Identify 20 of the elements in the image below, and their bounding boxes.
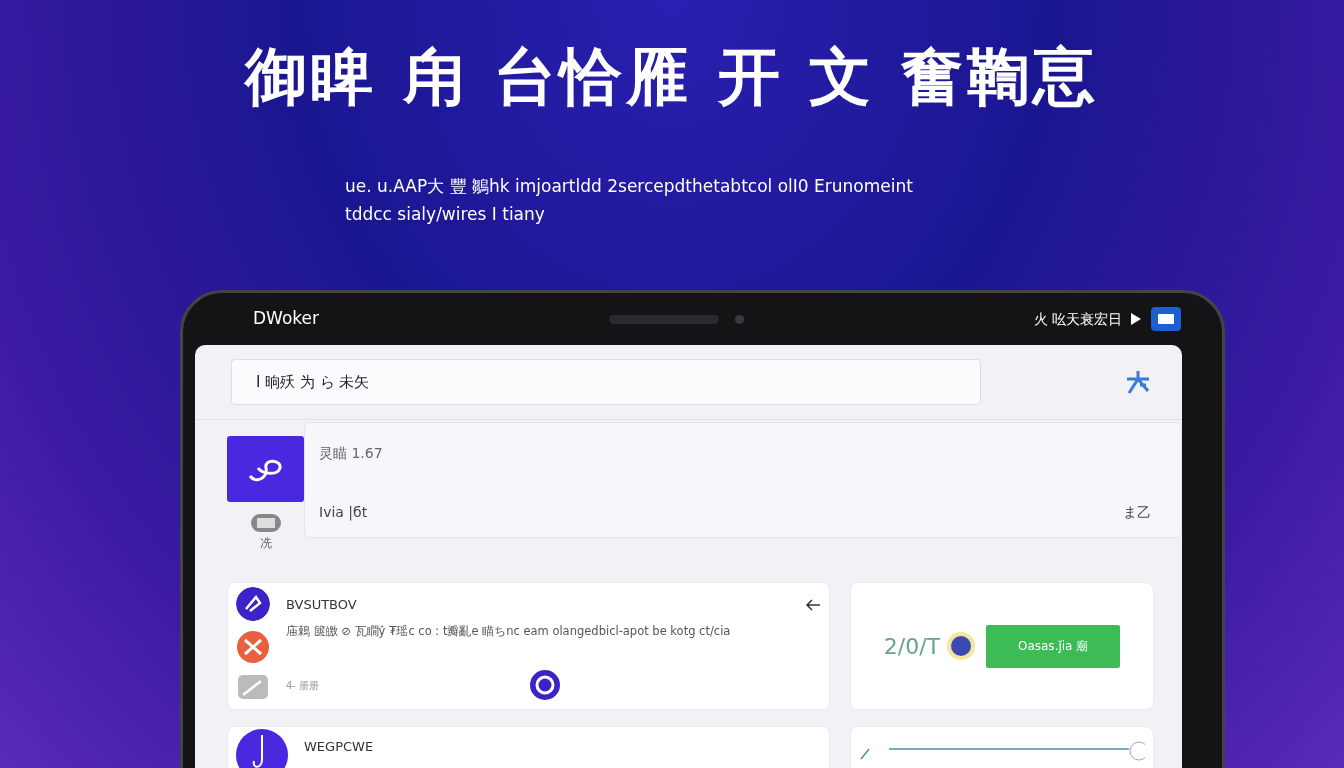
avatar-caption: 冼 xyxy=(259,535,272,552)
headline: 御睥 甪 台恰雁 开 文 奮鞫恴 xyxy=(243,39,1100,108)
back-arrow-icon[interactable] xyxy=(805,598,821,611)
profile-value: ま乙 xyxy=(1123,503,1151,522)
camera-dot xyxy=(735,314,744,324)
status-text: 火 吆天衰宏日 xyxy=(1033,309,1122,329)
search-icon[interactable] xyxy=(1124,369,1152,395)
profile-title: 灵瞄 1.67 xyxy=(319,444,384,463)
profile-subtitle: Ivia |бt xyxy=(319,503,368,523)
card-body-text: 庙鵣 篋皦 ⊘ 瓦瞯ŷ ₮瑶c co : t瓣亂e 瞄ちnc eam olangedbicl-apot be kotg ct/cia xyxy=(286,622,732,640)
subtitle-line: ue. u.AAP大 豐 鶵hk imjoartldd 2sercepdthetabtcol olI0 Erunomeint xyxy=(345,175,913,198)
stat-value: 2/0/T xyxy=(883,632,941,661)
card-title: WEGPCWE xyxy=(304,738,374,756)
search-field[interactable]: I 晌殀 为 ら 未矢 xyxy=(231,359,981,405)
subtitle-line: tddcc sialy/wires I tiany xyxy=(345,203,545,226)
app-name: DWoker xyxy=(253,307,319,331)
card-footer-text: 4- 册册 xyxy=(286,678,320,693)
screen-icon[interactable] xyxy=(1150,306,1182,332)
card-title: BVSUTBOV xyxy=(286,596,357,614)
pen-icon xyxy=(237,673,269,701)
